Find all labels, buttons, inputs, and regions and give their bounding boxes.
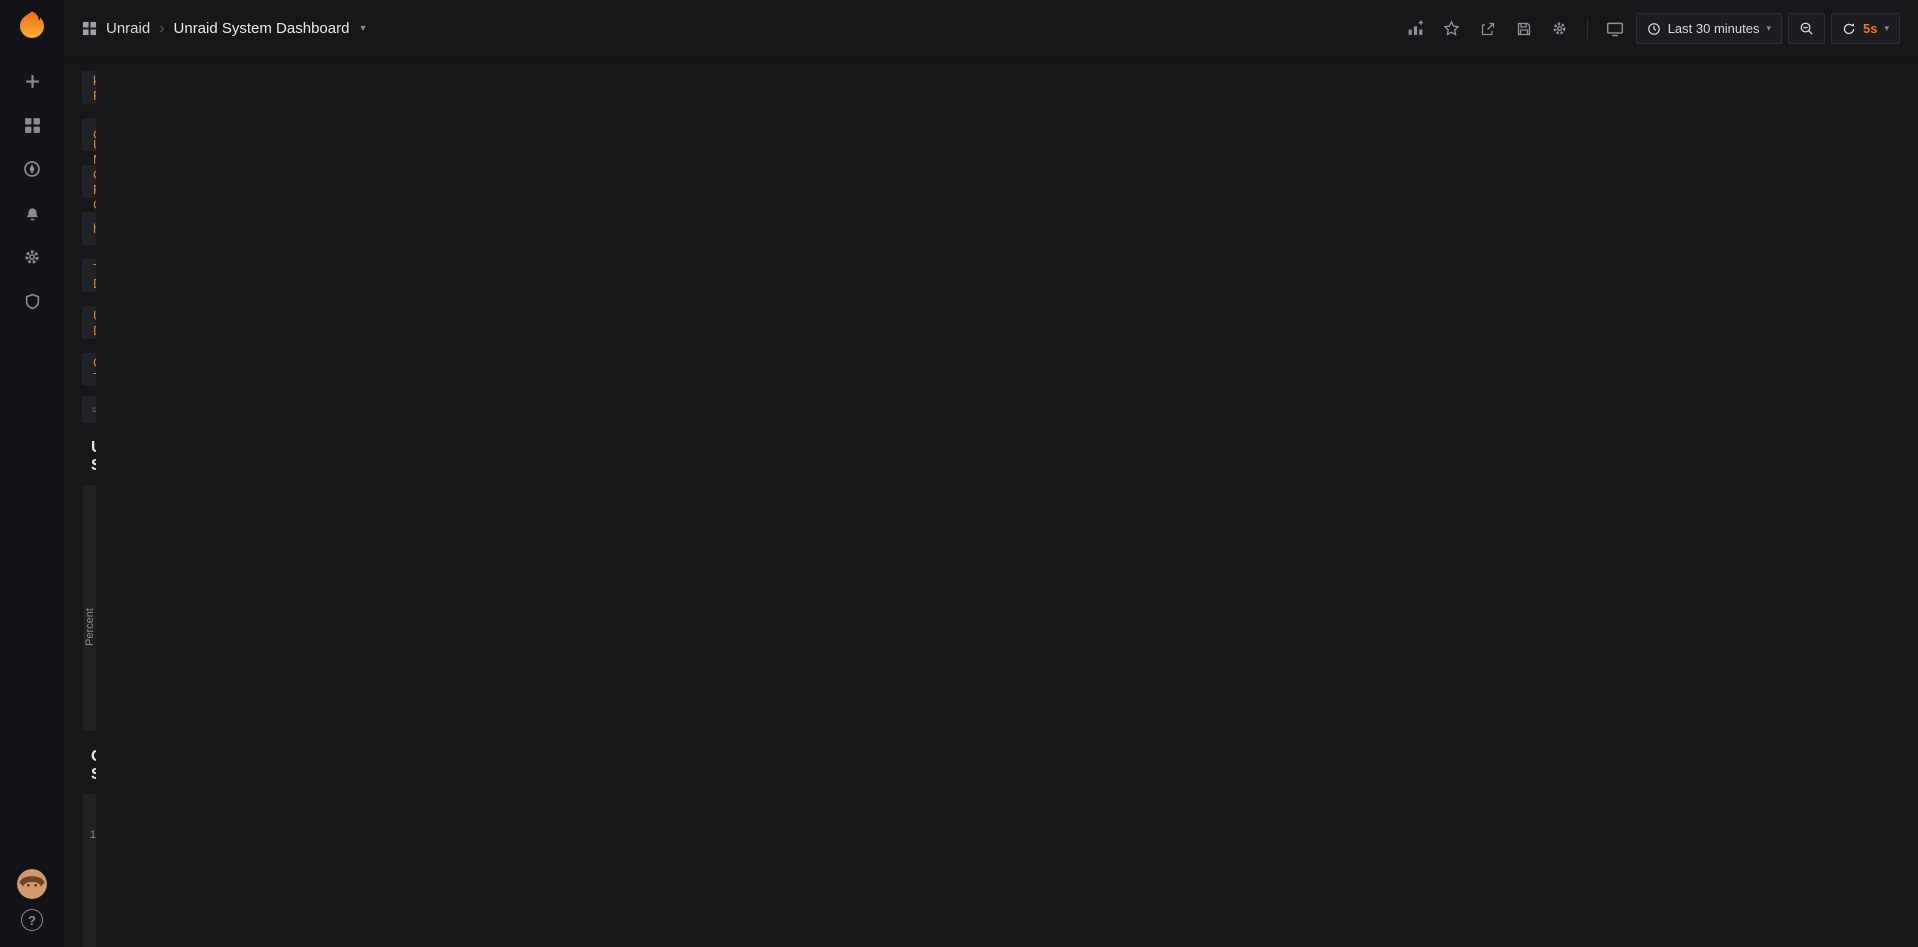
- variable-telegraf-datasource: Telegraf Datasource Telegraf▾: [82, 259, 96, 292]
- grafana-flame-icon: [16, 10, 48, 42]
- breadcrumb-separator-icon: ›: [159, 20, 164, 38]
- dashboard-link-plex-theme[interactable]: Grafana Plex Theme: [82, 396, 96, 423]
- panel-header[interactable]: CPU 1 Last 30 minutes: [83, 794, 96, 819]
- y-axis-label-left: Percent: [84, 608, 96, 646]
- panel-header[interactable]: UPS Load % Last 12 hours: [83, 485, 96, 510]
- dashboards-icon[interactable]: [12, 103, 52, 147]
- breadcrumb-root[interactable]: Unraid: [106, 20, 150, 37]
- dashboard-title-caret-icon[interactable]: ▾: [360, 23, 365, 34]
- main-area: Unraid › Unraid System Dashboard ▾: [64, 0, 1918, 947]
- external-link-icon: [92, 403, 96, 416]
- section-title: UPS Stats: [91, 439, 96, 475]
- breadcrumb: Unraid › Unraid System Dashboard ▾: [82, 20, 365, 38]
- navbar-actions: Last 30 minutes ▾ 5s ▾: [1401, 13, 1900, 44]
- create-icon[interactable]: [12, 59, 52, 103]
- configuration-gear-icon[interactable]: [12, 235, 52, 279]
- variable-label: kWh Price: [82, 71, 96, 104]
- graph-legend: UPS Load Min: 17% Max: 32% Avg: 20% Watt…: [83, 707, 96, 731]
- variable-host: host Nostromo▾: [82, 212, 96, 245]
- variable-label: UPS Max Output Power Capacity (Watt): [82, 165, 96, 198]
- variable-ups-datasource: UPS Datasource apcupsd-container▾: [82, 306, 96, 339]
- dashboard-title[interactable]: Unraid System Dashboard: [174, 20, 350, 37]
- caret-down-icon: ▾: [1766, 23, 1771, 34]
- panel-settings-gear-icon[interactable]: [1545, 14, 1575, 44]
- dashboard-grid-icon[interactable]: [82, 21, 97, 36]
- time-range-label: Last 30 minutes: [1668, 21, 1760, 36]
- navbar-divider: [1587, 19, 1588, 39]
- user-avatar[interactable]: [17, 869, 47, 899]
- panel-ups-load-graph: UPS Load % Last 12 hours Percent Watts 1…: [82, 484, 96, 732]
- explore-icon[interactable]: [12, 147, 52, 191]
- help-icon[interactable]: ?: [21, 909, 43, 931]
- time-range-picker[interactable]: Last 30 minutes ▾: [1636, 13, 1782, 44]
- avatar-image: [17, 869, 47, 899]
- variable-label: UPS Datasource: [82, 306, 96, 339]
- zoom-out-icon: [1799, 21, 1814, 36]
- refresh-picker[interactable]: 5s ▾: [1831, 13, 1900, 44]
- refresh-interval-label: 5s: [1863, 21, 1877, 36]
- save-icon[interactable]: [1509, 14, 1539, 44]
- dashboard-body: kWh Price 0.65▾ Currency kr▾ UPS Max Out…: [64, 58, 96, 947]
- grafana-app: ? Unraid › Unraid System Dashboard ▾: [0, 0, 1918, 947]
- sidebar: ?: [0, 0, 64, 947]
- variable-kwh-price: kWh Price 0.65▾: [82, 71, 96, 104]
- variable-label: Telegraf Datasource: [82, 259, 96, 292]
- clock-icon: [1647, 22, 1661, 36]
- panel-cpu1: CPU 1 Last 30 minutes 0%50%100%19:5019:5…: [82, 793, 96, 947]
- variable-label: host: [82, 212, 96, 245]
- variable-label: CPU Threads: [82, 353, 96, 386]
- zoom-out-button[interactable]: [1788, 13, 1825, 44]
- admin-shield-icon[interactable]: [12, 279, 52, 323]
- variable-cpu-threads: CPU Threads: [82, 353, 96, 386]
- grafana-logo[interactable]: [16, 10, 48, 45]
- cpu1-chart[interactable]: 0%50%100%19:5019:5520:0020:0520:1020:15: [83, 819, 96, 947]
- svg-text:100%: 100%: [90, 829, 96, 841]
- section-title: CPU Stats: [91, 748, 96, 784]
- cycle-view-tv-icon[interactable]: [1600, 14, 1630, 44]
- star-icon[interactable]: [1437, 14, 1467, 44]
- top-navbar: Unraid › Unraid System Dashboard ▾: [64, 0, 1918, 58]
- caret-down-icon: ▾: [1884, 23, 1889, 34]
- share-icon[interactable]: [1473, 14, 1503, 44]
- help-glyph: ?: [28, 913, 36, 928]
- alerting-bell-icon[interactable]: [12, 191, 52, 235]
- variable-ups-max-power: UPS Max Output Power Capacity (Watt) 865…: [82, 165, 96, 198]
- add-panel-icon[interactable]: [1401, 14, 1431, 44]
- refresh-icon: [1842, 22, 1856, 36]
